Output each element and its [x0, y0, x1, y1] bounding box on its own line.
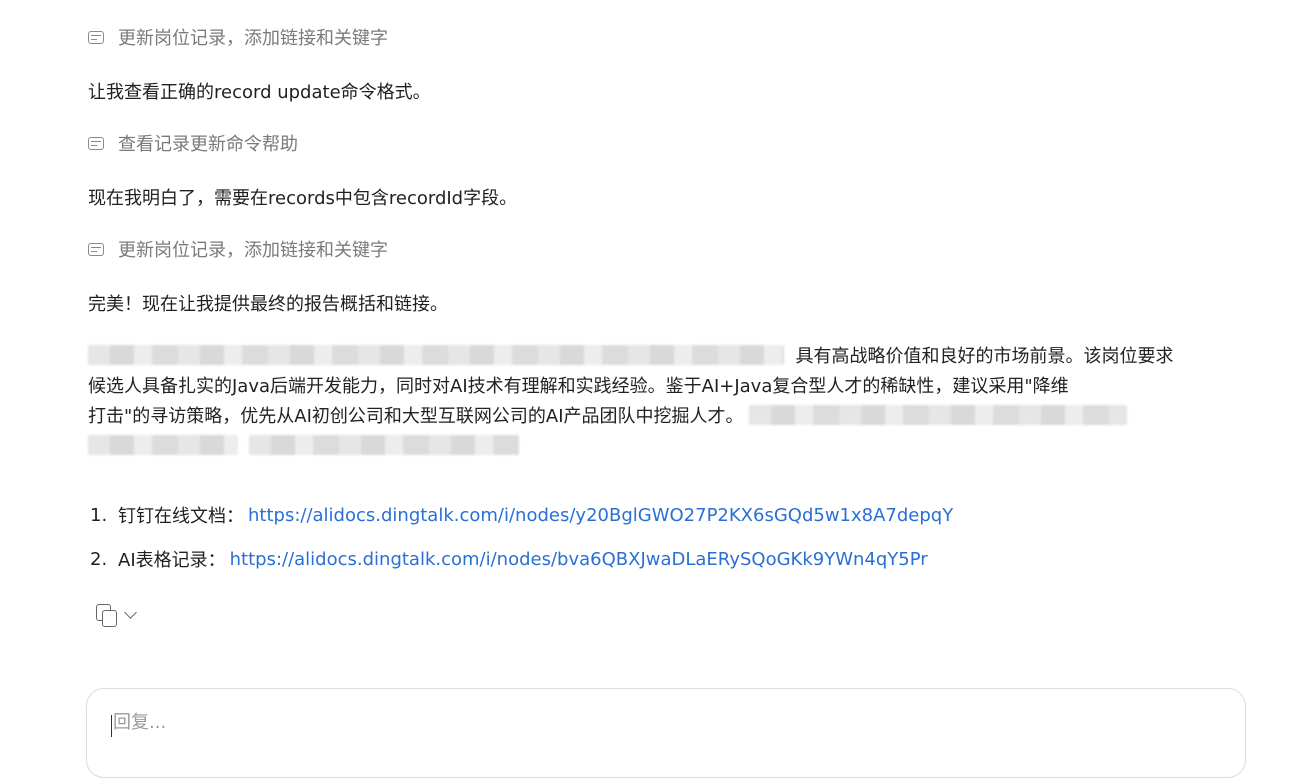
message-actions	[96, 604, 137, 627]
summary-line: 打击"的寻访策略，优先从AI初创公司和大型互联网公司的AI产品团队中挖掘人才。	[88, 406, 744, 427]
tool-step-label: 更新岗位记录，添加链接和关键字	[118, 240, 388, 261]
assistant-message: 让我查看正确的record update命令格式。	[88, 82, 431, 103]
link-label: AI表格记录：	[118, 550, 226, 571]
redacted-text	[88, 345, 784, 365]
assistant-message: 现在我明白了，需要在records中包含recordId字段。	[88, 188, 518, 209]
summary-line: 具有高战略价值和良好的市场前景。该岗位要求	[795, 346, 1174, 367]
list-item: 2. AI表格记录： https://alidocs.dingtalk.com/…	[90, 544, 953, 574]
redacted-text	[249, 435, 520, 455]
summary-line: 候选人具备扎实的Java后端开发能力，同时对AI技术有理解和实践经验。鉴于AI+…	[88, 376, 1069, 397]
tool-call-icon	[88, 136, 104, 150]
dingtalk-doc-link[interactable]: https://alidocs.dingtalk.com/i/nodes/y20…	[248, 505, 953, 526]
assistant-message: 完美！现在让我提供最终的报告概括和链接。	[88, 294, 448, 315]
tool-step-label: 查看记录更新命令帮助	[118, 134, 298, 155]
tool-call-icon	[88, 242, 104, 256]
reply-box	[86, 688, 1246, 778]
summary-paragraph: 具有高战略价值和良好的市场前景。该岗位要求 候选人具备扎实的Java后端开发能力…	[88, 342, 1238, 462]
tool-step-update-record[interactable]: 更新岗位记录，添加链接和关键字	[88, 236, 388, 262]
ai-table-link[interactable]: https://alidocs.dingtalk.com/i/nodes/bva…	[230, 549, 928, 570]
list-number: 2.	[90, 548, 108, 570]
tool-step-label: 更新岗位记录，添加链接和关键字	[118, 28, 388, 49]
copy-icon[interactable]	[96, 604, 117, 627]
link-label: 钉钉在线文档：	[118, 506, 244, 527]
link-list: 1. 钉钉在线文档： https://alidocs.dingtalk.com/…	[90, 500, 953, 574]
chevron-down-icon[interactable]	[124, 605, 137, 619]
reply-input[interactable]	[111, 711, 1215, 734]
list-item: 1. 钉钉在线文档： https://alidocs.dingtalk.com/…	[90, 500, 953, 530]
tool-step-view-help[interactable]: 查看记录更新命令帮助	[88, 130, 298, 156]
tool-step-update-record[interactable]: 更新岗位记录，添加链接和关键字	[88, 24, 388, 50]
redacted-text	[88, 435, 238, 455]
redacted-text	[749, 405, 1128, 425]
list-number: 1.	[90, 504, 108, 526]
tool-call-icon	[88, 30, 104, 44]
